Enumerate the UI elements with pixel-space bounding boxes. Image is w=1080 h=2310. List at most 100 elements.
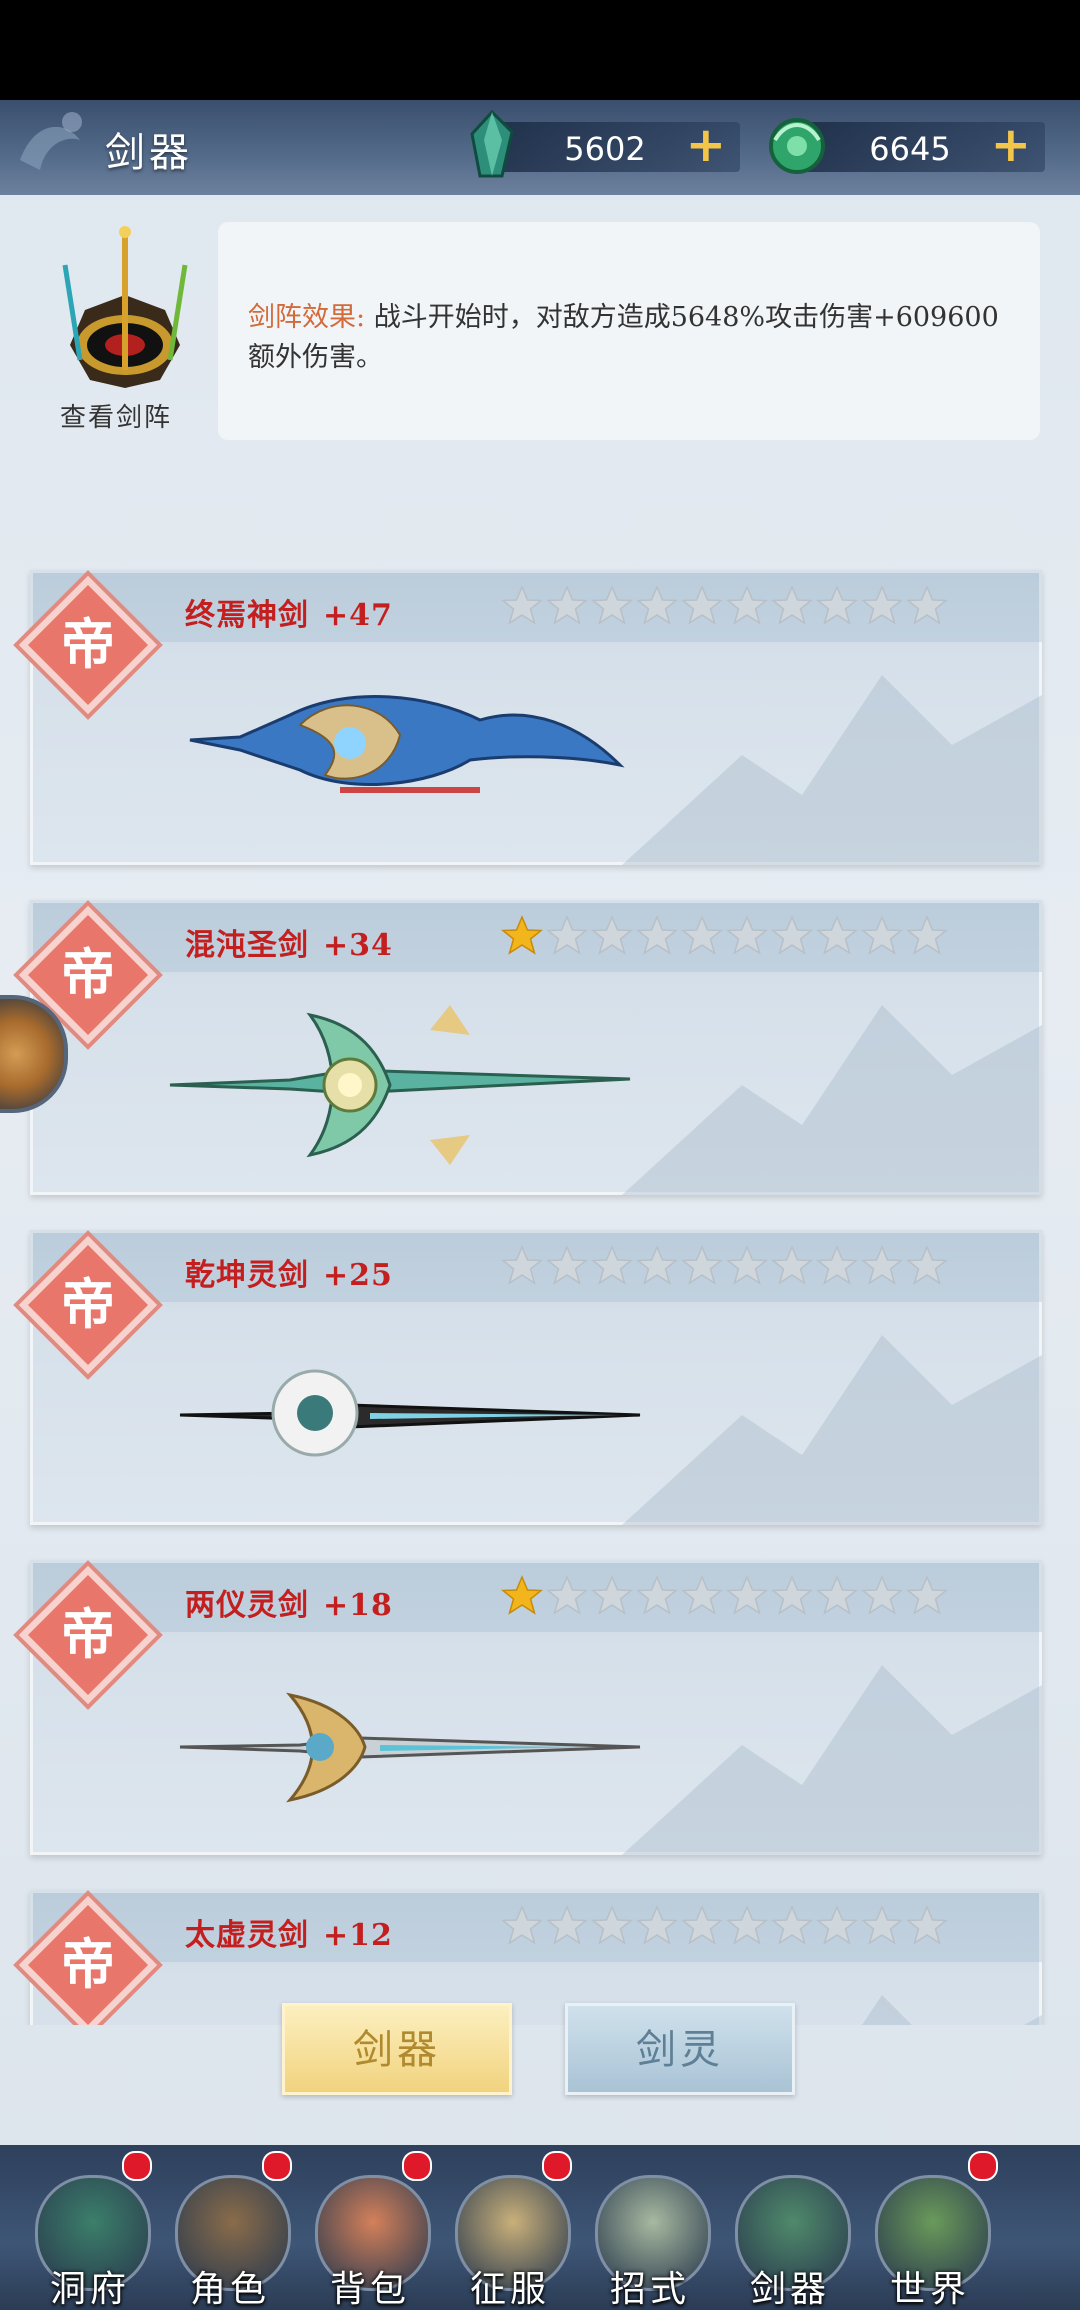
star-icon: [590, 1575, 634, 1615]
sword-image: [179, 1692, 641, 1803]
top-bar: 剑器 5602 + 6645 +: [0, 100, 1080, 195]
sword-name-text: 乾坤灵剑: [185, 1258, 309, 1293]
sword-card[interactable]: 太虚灵剑 +12 帝: [13, 1890, 1042, 2025]
star-icon: [905, 1575, 949, 1615]
star-rating: [500, 914, 950, 958]
star-icon: [680, 915, 724, 955]
nav-item-6[interactable]: 世界: [860, 2145, 1000, 2310]
nav-label: 剑器: [749, 2269, 830, 2310]
notification-dot: [542, 2151, 572, 2181]
star-icon: [680, 1905, 724, 1945]
sword-name: 乾坤灵剑 +25: [185, 1250, 393, 1294]
bottom-nav: 洞府 角色 背包 征服 招式 剑器 世界: [0, 2145, 1080, 2310]
star-icon: [500, 1905, 544, 1945]
sword-name-text: 混沌圣剑: [185, 928, 309, 963]
sword-card[interactable]: 乾坤灵剑 +25 帝: [13, 1230, 1042, 1525]
page-title: 剑器: [105, 130, 193, 176]
tab-sword-spirit[interactable]: 剑灵: [565, 2003, 795, 2095]
jade-crystal-icon: [470, 110, 514, 178]
star-icon: [545, 585, 589, 625]
tab-sword[interactable]: 剑器: [282, 2003, 512, 2095]
star-icon: [770, 1575, 814, 1615]
nav-item-2[interactable]: 背包: [300, 2145, 440, 2310]
sword-level: +25: [323, 1258, 393, 1293]
star-icon: [905, 1905, 949, 1945]
star-icon: [500, 915, 544, 955]
badge-label: 帝: [61, 612, 115, 676]
add-jade-crystal-button[interactable]: +: [686, 120, 726, 170]
nav-label: 背包: [329, 2269, 410, 2310]
nav-item-4[interactable]: 招式: [580, 2145, 720, 2310]
star-icon: [905, 1245, 949, 1285]
star-icon: [500, 1245, 544, 1285]
sword-name: 两仪灵剑 +18: [185, 1580, 393, 1624]
imperial-grade-badge: 帝: [13, 1560, 163, 1710]
badge-label: 帝: [61, 1602, 115, 1666]
star-icon: [725, 585, 769, 625]
sword-level: +18: [323, 1588, 393, 1623]
imperial-grade-badge: 帝: [13, 570, 163, 720]
star-icon: [725, 1905, 769, 1945]
nav-item-3[interactable]: 征服: [440, 2145, 580, 2310]
jade-coin-counter: 6645 +: [769, 118, 1045, 174]
star-icon: [635, 1905, 679, 1945]
sword-card[interactable]: 终焉神剑 +47 帝: [13, 570, 1042, 865]
nav-item-1[interactable]: 角色: [160, 2145, 300, 2310]
imperial-grade-badge: 帝: [13, 1230, 163, 1380]
star-icon: [590, 1905, 634, 1945]
star-icon: [545, 915, 589, 955]
notification-dot: [968, 2151, 998, 2181]
sword-name-text: 终焉神剑: [185, 598, 309, 633]
add-jade-coin-button[interactable]: +: [991, 120, 1031, 170]
star-icon: [815, 1575, 859, 1615]
star-icon: [860, 1575, 904, 1615]
star-icon: [860, 1245, 904, 1285]
badge-label: 帝: [61, 1272, 115, 1336]
formation-effect-text: 剑阵效果: 战斗开始时，对敌方造成5648%攻击伤害+609600额外伤害。: [248, 298, 1018, 378]
star-icon: [815, 585, 859, 625]
formation-effect-label: 剑阵效果:: [248, 302, 366, 333]
badge-label: 帝: [61, 1932, 115, 1996]
green-jade-coin-icon: [769, 118, 825, 174]
star-rating: [500, 1244, 950, 1288]
star-icon: [725, 915, 769, 955]
nav-label: 角色: [189, 2269, 270, 2310]
star-icon: [815, 915, 859, 955]
jade-crystal-counter: 5602 +: [470, 110, 740, 178]
star-icon: [545, 1905, 589, 1945]
sword-image: [189, 695, 625, 793]
star-icon: [815, 1245, 859, 1285]
nav-item-5[interactable]: 剑器: [720, 2145, 860, 2310]
star-icon: [770, 1245, 814, 1285]
nav-label: 世界: [889, 2269, 970, 2310]
notification-dot: [122, 2151, 152, 2181]
sword-card[interactable]: 混沌圣剑 +34 帝: [13, 900, 1042, 1195]
sword-level: +47: [323, 598, 393, 633]
star-rating: [500, 584, 950, 628]
star-icon: [545, 1575, 589, 1615]
nav-label: 征服: [469, 2269, 550, 2310]
star-icon: [860, 915, 904, 955]
sword-list[interactable]: 终焉神剑 +47 帝混沌圣剑 +34 帝乾坤灵剑 +25 帝两仪灵剑 +18 帝太虚灵剑 +12 帝: [0, 465, 1080, 2025]
flower-decoration-icon: [20, 112, 82, 170]
star-icon: [770, 915, 814, 955]
jade-coin-value: 6645: [869, 130, 951, 168]
sword-image: [179, 1369, 641, 1457]
view-formation-label: 查看剑阵: [60, 403, 173, 433]
sword-formation-icon: [62, 226, 188, 388]
nav-item-0[interactable]: 洞府: [20, 2145, 160, 2310]
sword-name: 混沌圣剑 +34: [185, 920, 393, 964]
star-icon: [590, 1245, 634, 1285]
notification-dot: [402, 2151, 432, 2181]
sword-image: [169, 1005, 631, 1165]
star-icon: [725, 1245, 769, 1285]
star-icon: [680, 1575, 724, 1615]
star-icon: [680, 585, 724, 625]
star-icon: [635, 1575, 679, 1615]
star-icon: [635, 915, 679, 955]
star-rating: [500, 1574, 950, 1618]
jade-crystal-value: 5602: [564, 130, 646, 168]
star-icon: [545, 1245, 589, 1285]
sword-card[interactable]: 两仪灵剑 +18 帝: [13, 1560, 1042, 1855]
star-icon: [860, 1905, 904, 1945]
